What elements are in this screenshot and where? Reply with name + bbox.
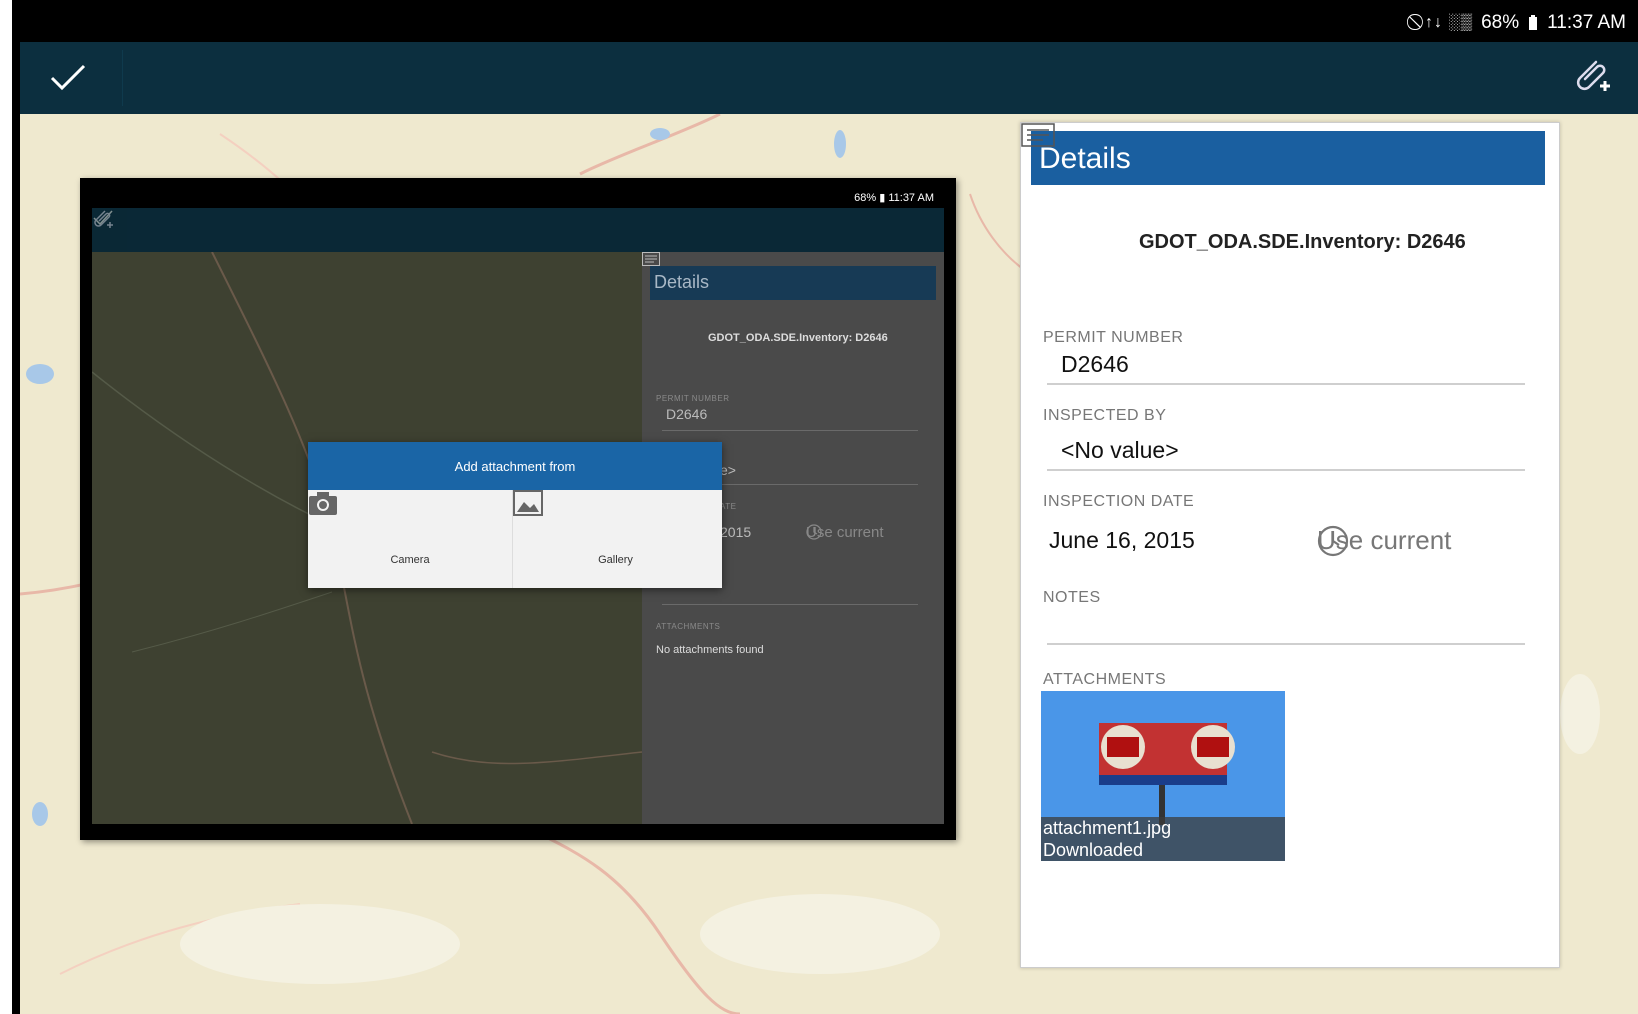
attachment-status: Downloaded bbox=[1043, 840, 1144, 860]
battery-level: 68% bbox=[1481, 12, 1520, 33]
inset-divider bbox=[662, 430, 918, 431]
inspection-date-label: INSPECTION DATE bbox=[1043, 493, 1195, 510]
inspection-date-field[interactable]: June 16, 2015 bbox=[1049, 527, 1195, 554]
permit-number-underline bbox=[1047, 383, 1525, 385]
inset-clock-icon bbox=[806, 524, 822, 540]
attachment-filename: attachment1.jpg bbox=[1043, 818, 1172, 838]
signal-icon: ⃠ ↑↓ ░▒ bbox=[1418, 14, 1474, 31]
inset-use-current: Use current bbox=[806, 524, 884, 541]
permit-number-label: PERMIT NUMBER bbox=[1043, 329, 1184, 346]
gallery-option: Gallery bbox=[513, 490, 718, 588]
add-attachment-dialog: Add attachment from Camera Gallery bbox=[308, 442, 722, 588]
inset-feature-title: GDOT_ODA.SDE.Inventory: D2646 bbox=[708, 332, 888, 344]
map-view[interactable]: 68% ▮ 11:37 AM Details GDOT_ODA.SDE.Inve… bbox=[20, 114, 1638, 1014]
details-panel: Details GDOT_ODA.SDE.Inventory: D2646 PE… bbox=[1020, 122, 1560, 968]
paperclip-plus-icon[interactable] bbox=[1572, 56, 1612, 96]
inspected-by-underline bbox=[1047, 469, 1525, 471]
clock: 11:37 AM bbox=[1547, 12, 1626, 33]
toolbar-divider bbox=[122, 50, 123, 106]
check-icon[interactable] bbox=[48, 60, 88, 96]
attachment-caption: attachment1.jpg Downloaded bbox=[1041, 817, 1285, 861]
use-current-button[interactable]: Use current bbox=[1317, 525, 1451, 557]
notes-label: NOTES bbox=[1043, 589, 1101, 606]
feature-title: GDOT_ODA.SDE.Inventory: D2646 bbox=[1139, 231, 1466, 253]
inset-divider bbox=[662, 604, 918, 605]
inset-status-bar: 68% ▮ 11:37 AM bbox=[854, 192, 934, 204]
app-toolbar bbox=[20, 42, 1638, 114]
inset-partial-label: ATE bbox=[720, 502, 737, 511]
inspected-by-label: INSPECTED BY bbox=[1043, 407, 1167, 424]
inset-panel-title: Details bbox=[650, 266, 936, 300]
camera-icon bbox=[309, 492, 337, 515]
permit-number-field[interactable]: D2646 bbox=[1061, 351, 1129, 378]
clock-icon bbox=[1317, 525, 1349, 557]
inset-document-icon bbox=[642, 252, 660, 266]
gallery-label: Gallery bbox=[598, 554, 633, 566]
inset-paperclip-plus-icon bbox=[94, 210, 113, 228]
inset-partial-date: 2015 bbox=[720, 524, 752, 540]
notes-underline bbox=[1047, 643, 1525, 645]
device-screen: ⃠ ↑↓ ░▒ 68% 11:37 AM 68% ▮ 11:37 AM Deta… bbox=[12, 0, 1638, 1014]
inset-attachments-label: ATTACHMENTS bbox=[656, 622, 721, 631]
status-bar: ⃠ ↑↓ ░▒ 68% 11:37 AM bbox=[12, 0, 1638, 42]
document-icon bbox=[1021, 123, 1055, 147]
attachment-thumbnail[interactable]: attachment1.jpg Downloaded bbox=[1041, 691, 1285, 861]
inset-partial-value: e> bbox=[720, 462, 736, 478]
status-right: ⃠ ↑↓ ░▒ 68% 11:37 AM bbox=[1419, 12, 1626, 34]
attachments-label: ATTACHMENTS bbox=[1043, 671, 1167, 688]
inset-screenshot: 68% ▮ 11:37 AM Details GDOT_ODA.SDE.Inve… bbox=[80, 178, 956, 840]
inset-toolbar bbox=[92, 208, 944, 252]
details-title: Details bbox=[1031, 131, 1545, 185]
inset-permit-label: PERMIT NUMBER bbox=[656, 394, 730, 403]
image-icon bbox=[513, 490, 543, 516]
battery-icon bbox=[1529, 15, 1538, 30]
camera-option: Camera bbox=[308, 490, 513, 588]
dialog-title: Add attachment from bbox=[308, 442, 722, 490]
camera-label: Camera bbox=[390, 554, 430, 566]
inset-no-attachments: No attachments found bbox=[656, 644, 764, 656]
inspected-by-field[interactable]: <No value> bbox=[1061, 437, 1179, 464]
inset-permit-value: D2646 bbox=[666, 406, 708, 422]
